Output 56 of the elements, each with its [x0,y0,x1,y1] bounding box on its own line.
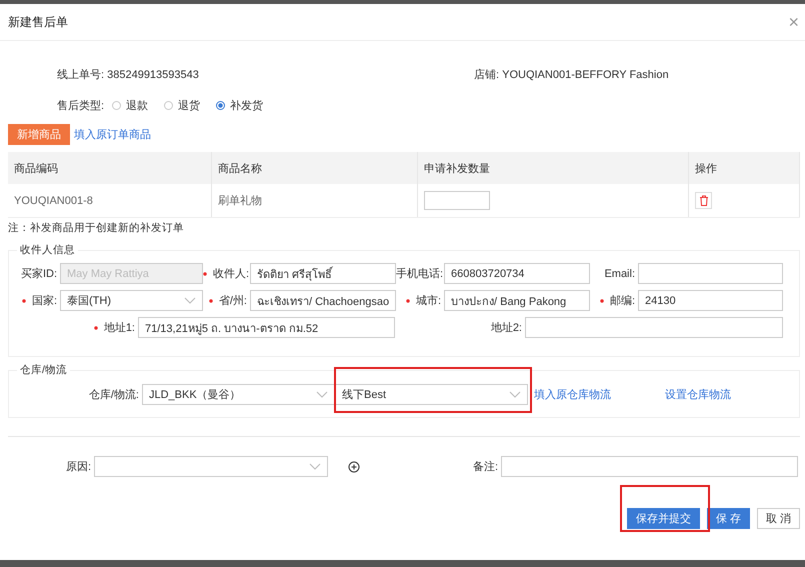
remark-field[interactable] [501,456,798,477]
input-field[interactable] [638,263,783,284]
field-label: 备注: [472,460,499,474]
chevron-icon [184,297,196,304]
input-field[interactable]: ฉะเชิงเทรา/ Chachoengsao [250,290,396,311]
input-field[interactable]: 泰国(TH) [60,290,203,311]
field-label: 收件人: [203,266,250,281]
radio-option[interactable]: 补发货 [216,98,264,113]
table-cell: 刷单礼物 [212,184,418,218]
quantity-field[interactable] [424,191,490,210]
field-label: 买家ID: [20,266,58,281]
column-header: 商品编码 [8,152,212,184]
field-label: 原因: [64,460,92,474]
warehouse-link[interactable]: 填入原仓库物流 [534,387,611,402]
order-info-text: 线上单号: 385249913593543 [57,69,199,81]
field-label: 地址1: [12,320,138,335]
radio-option[interactable]: 退款 [112,98,148,113]
warehouse-select[interactable]: JLD_BKK（曼谷） [142,384,335,405]
input-field[interactable]: บางปะกง/ Bang Pakong [444,290,590,311]
chevron-icon [309,463,321,470]
dialog-title: 新建售后单 [8,14,68,30]
field-label: 城市: [396,293,444,308]
input-field[interactable]: รัดติยา ศรีสุโพธิ์ [250,263,396,284]
field-label: 地址2: [490,321,523,335]
footer-button[interactable]: 保存并提交 [626,508,700,529]
chevron-icon [509,391,521,398]
chevron-icon [316,391,328,398]
column-header: 操作 [688,152,800,184]
add-circle-icon[interactable] [348,460,360,472]
note-text: 注：补发商品用于创建新的补发订单 [8,221,185,235]
column-header: 商品名称 [212,152,418,184]
section-legend: 仓库/物流 [17,363,70,377]
input-field[interactable]: 24130 [638,290,783,311]
trash-icon [698,195,708,206]
input-field[interactable]: 660803720734 [444,263,590,284]
order-info-text: 店铺: YOUQIAN001-BEFFORY Fashion [474,69,669,81]
footer-button[interactable]: 取 消 [756,508,800,529]
reason-select[interactable] [94,456,328,477]
radio-option[interactable]: 退货 [164,98,200,113]
field-label: 手机电话: [396,267,444,281]
field-label: 仓库/物流: [88,388,140,402]
footer-button[interactable]: 保 存 [706,508,750,529]
field-label: 邮编: [590,293,638,308]
input-field[interactable] [525,317,783,338]
field-label: Email: [603,268,636,280]
input-field[interactable]: 71/13,21หมู่5 ถ. บางนา-ตราด กม.52 [138,317,395,338]
warehouse-link[interactable]: 设置仓库物流 [665,387,731,402]
field-label: 省/州: [203,293,250,308]
field-label: 国家: [12,293,60,308]
delete-button[interactable] [695,192,712,209]
table-cell: YOUQIAN001-8 [8,184,212,218]
type-label: 售后类型: [57,99,104,113]
column-header: 申请补发数量 [418,152,688,184]
section-legend: 收件人信息 [17,243,78,257]
carrier-select[interactable]: 线下Best [335,384,528,405]
fill-order-link[interactable]: 填入原订单商品 [74,127,151,142]
